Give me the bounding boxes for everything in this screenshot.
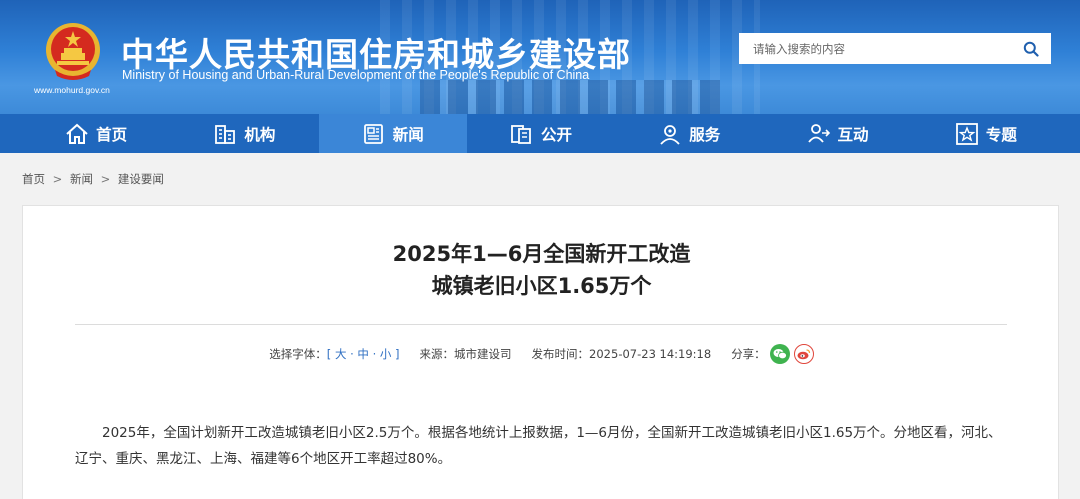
breadcrumb-separator: > [100, 172, 111, 186]
wechat-share-button[interactable] [769, 344, 790, 364]
document-icon [511, 124, 531, 144]
article-container: 2025年1—6月全国新开工改造 城镇老旧小区1.65万个 选择字体： [ 大 … [22, 205, 1059, 499]
article-title-line1: 2025年1—6月全国新开工改造 [392, 242, 691, 266]
nav-item-organization[interactable]: 机构 [170, 114, 318, 153]
search-box [739, 33, 1051, 64]
font-size-separator: · [346, 347, 358, 361]
nav-item-interaction[interactable]: 互动 [763, 114, 911, 153]
bracket-close: ] [391, 347, 400, 361]
search-button[interactable] [1011, 33, 1051, 64]
article-publish-time: 发布时间： 2025-07-23 14:19:18 [532, 346, 712, 362]
nav-label: 首页 [96, 125, 128, 144]
site-title-en: Ministry of Housing and Urban-Rural Deve… [122, 68, 590, 82]
nav-label: 服务 [689, 125, 721, 144]
source-value: 城市建设司 [454, 347, 512, 361]
wechat-icon [773, 349, 787, 360]
nav-item-news[interactable]: 新闻 [318, 114, 467, 153]
share-bar: 分享： [731, 344, 814, 364]
main-nav: 首页 机构 新闻 公开 服务 互动 专题 [0, 114, 1080, 153]
nav-item-home[interactable]: 首页 [22, 114, 170, 153]
publish-value: 2025-07-23 14:19:18 [589, 347, 712, 361]
font-size-label: 选择字体： [269, 347, 327, 361]
nav-label: 公开 [540, 125, 572, 144]
site-url: www.mohurd.gov.cn [34, 85, 110, 95]
article-title: 2025年1—6月全国新开工改造 城镇老旧小区1.65万个 [23, 238, 1060, 302]
font-size-medium-button[interactable]: 中 [357, 346, 369, 362]
breadcrumb-news[interactable]: 新闻 [70, 172, 93, 186]
publish-label: 发布时间： [531, 347, 590, 361]
weibo-icon [797, 349, 810, 360]
breadcrumb-separator: > [52, 172, 63, 186]
site-header: www.mohurd.gov.cn 中华人民共和国住房和城乡建设部 Minist… [0, 0, 1080, 114]
font-size-separator: · [368, 347, 380, 361]
national-emblem-icon[interactable] [45, 22, 101, 82]
newspaper-icon [363, 123, 383, 144]
star-icon [955, 122, 978, 145]
weibo-share-button[interactable] [793, 344, 814, 364]
font-size-large-button[interactable]: 大 [335, 346, 347, 362]
nav-item-topics[interactable]: 专题 [912, 114, 1060, 153]
search-icon [1023, 41, 1039, 57]
home-icon [66, 123, 88, 144]
article-source: 来源： 城市建设司 [420, 346, 512, 362]
source-label: 来源： [419, 347, 455, 361]
building-icon [215, 124, 236, 144]
bracket-open: [ [326, 347, 335, 361]
nav-label: 专题 [985, 125, 1017, 144]
font-size-selector: 选择字体： [ 大 · 中 · 小 ] [269, 346, 399, 362]
nav-label: 机构 [244, 125, 276, 144]
interaction-icon [807, 123, 830, 143]
breadcrumb-construction-news[interactable]: 建设要闻 [118, 172, 164, 186]
font-size-small-button[interactable]: 小 [380, 346, 392, 362]
breadcrumb: 首页 > 新闻 > 建设要闻 [22, 171, 164, 187]
nav-item-service[interactable]: 服务 [615, 114, 763, 153]
article-title-line2: 城镇老旧小区1.65万个 [431, 274, 652, 298]
nav-label: 互动 [837, 125, 869, 144]
article-body-paragraph: 2025年，全国计划新开工改造城镇老旧小区2.5万个。根据各地统计上报数据，1—… [75, 425, 1002, 467]
title-divider [75, 324, 1007, 325]
share-label: 分享： [731, 347, 766, 361]
breadcrumb-home[interactable]: 首页 [22, 172, 45, 186]
nav-label: 新闻 [392, 125, 424, 144]
nav-item-public[interactable]: 公开 [467, 114, 615, 153]
search-input[interactable] [739, 33, 1011, 64]
article-meta: 选择字体： [ 大 · 中 · 小 ] 来源： 城市建设司 发布时间： 2025… [23, 344, 1060, 364]
user-service-icon [660, 124, 680, 145]
